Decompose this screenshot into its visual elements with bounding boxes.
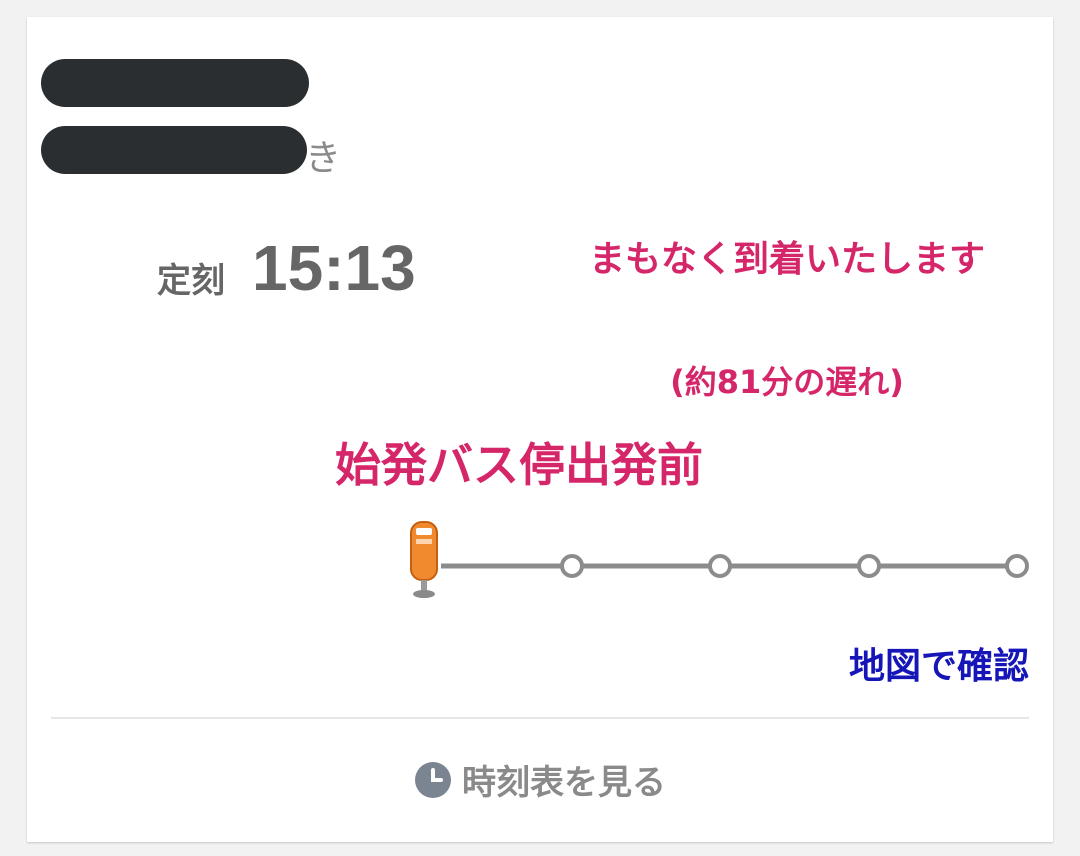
redacted-route-name	[41, 59, 309, 107]
arrival-message: まもなく到着いたします	[588, 239, 985, 280]
bus-status: 始発バス停出発前	[335, 438, 703, 492]
stop-marker	[560, 554, 584, 578]
stop-marker	[708, 554, 732, 578]
destination-suffix: き	[305, 138, 342, 179]
bus-info-card: き 定刻 15:13 まもなく到着いたします (約81分の遅れ) 始発バス停出発…	[27, 17, 1053, 842]
route-progress-track	[410, 521, 1029, 598]
timetable-link[interactable]: 時刻表を見る	[27, 755, 1053, 804]
clock-icon	[415, 761, 451, 798]
timetable-label: 時刻表を見る	[462, 763, 666, 803]
stop-marker	[857, 554, 881, 578]
map-link[interactable]: 地図で確認	[849, 637, 1029, 689]
stop-marker	[1005, 554, 1029, 578]
bus-stop-marker-icon	[410, 521, 438, 598]
redacted-destination	[41, 126, 307, 174]
scheduled-label: 定刻	[157, 261, 225, 301]
delay-message: (約81分の遅れ)	[670, 363, 904, 401]
scheduled-time: 15:13	[252, 232, 416, 304]
divider	[51, 717, 1029, 719]
